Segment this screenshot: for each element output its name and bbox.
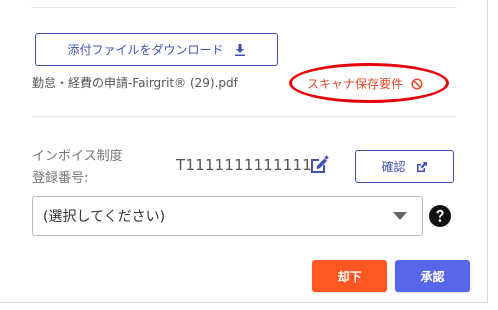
- question-circle-icon[interactable]: [429, 205, 451, 227]
- attachment-filename: 勤怠・経費の申請-Fairgrit® (29).pdf: [32, 76, 238, 90]
- divider: [31, 116, 457, 117]
- reject-button[interactable]: 却下: [312, 260, 387, 292]
- download-button-label: 添付ファイルをダウンロード: [67, 43, 224, 57]
- confirm-button[interactable]: 確認: [355, 150, 454, 183]
- chevron-down-icon: [393, 212, 407, 220]
- select-value: (選択してください): [43, 209, 166, 225]
- invoice-label-line1: インボイス制度: [32, 149, 123, 164]
- download-icon: [234, 43, 245, 56]
- scan-requirement-link[interactable]: スキャナ保存要件: [307, 75, 423, 92]
- option-select[interactable]: (選択してください): [32, 196, 423, 236]
- prohibited-icon: [411, 77, 423, 90]
- divider: [31, 7, 457, 8]
- invoice-registration-label: インボイス制度 登録番号:: [32, 146, 123, 190]
- invoice-label-line2: 登録番号:: [32, 171, 89, 186]
- download-attachment-button[interactable]: 添付ファイルをダウンロード: [35, 33, 278, 66]
- edit-icon[interactable]: [309, 155, 329, 174]
- approval-panel: 添付ファイルをダウンロード 勤怠・経費の申請-Fairgrit® (29).pd…: [0, 0, 488, 303]
- approve-button[interactable]: 承認: [395, 260, 470, 292]
- invoice-registration-number: T1111111111111: [176, 156, 313, 174]
- scan-requirement-label: スキャナ保存要件: [307, 77, 404, 91]
- external-link-icon: [416, 161, 427, 172]
- confirm-button-label: 確認: [381, 160, 406, 174]
